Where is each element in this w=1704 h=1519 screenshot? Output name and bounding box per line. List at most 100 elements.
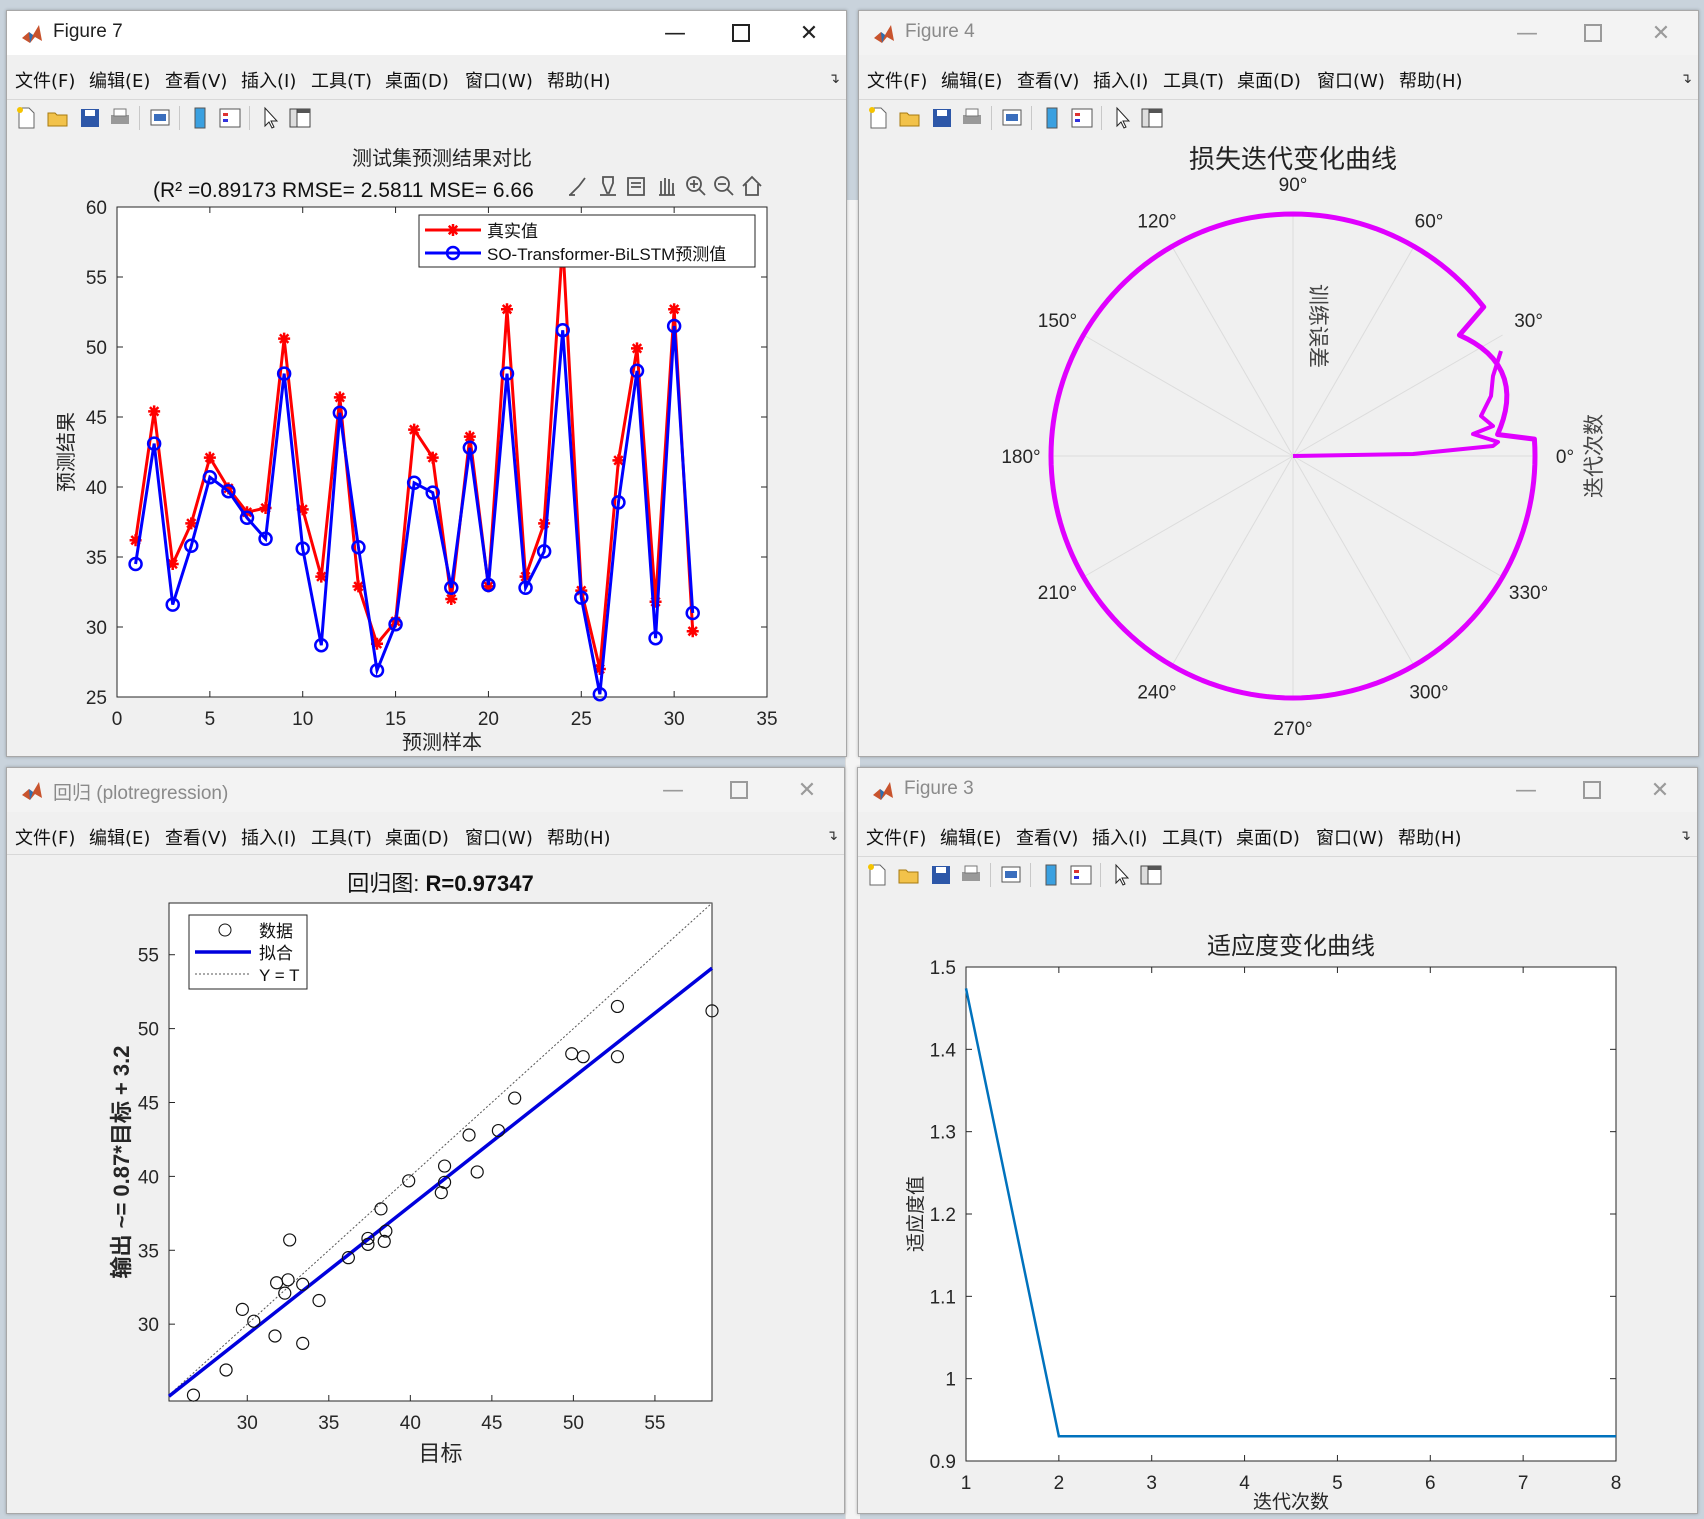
- menu-desktop[interactable]: 桌面(D): [385, 824, 449, 850]
- minimize-button[interactable]: —: [1495, 11, 1559, 55]
- menu-file[interactable]: 文件(F): [15, 824, 75, 850]
- menu-help[interactable]: 帮助(H): [1399, 67, 1463, 93]
- figure-3-window[interactable]: Figure 3 — ✕ 文件(F) 编辑(E) 查看(V) 插入(I) 工具(…: [857, 767, 1698, 1514]
- property-inspector-icon[interactable]: [287, 105, 313, 131]
- minimize-button[interactable]: —: [1494, 768, 1558, 812]
- regression-window[interactable]: 回归 (plotregression) — ✕ 文件(F) 编辑(E) 查看(V…: [6, 767, 845, 1514]
- new-figure-icon[interactable]: [865, 105, 891, 131]
- maximize-button[interactable]: [1561, 11, 1625, 55]
- insert-legend-icon[interactable]: [1069, 105, 1095, 131]
- close-button[interactable]: ✕: [777, 11, 841, 55]
- export-icon[interactable]: [627, 177, 645, 196]
- maximize-button[interactable]: [709, 11, 773, 55]
- menu-dock-arrow-icon[interactable]: ↴: [826, 828, 838, 844]
- insert-legend-icon[interactable]: [217, 105, 243, 131]
- print-icon[interactable]: [107, 105, 133, 131]
- menu-insert[interactable]: 插入(I): [1093, 67, 1148, 93]
- figure-7-window[interactable]: Figure 7 — ✕ 文件(F) 编辑(E) 查看(V) 插入(I) 工具(…: [6, 10, 847, 757]
- link-plot-icon[interactable]: [147, 105, 173, 131]
- menu-help[interactable]: 帮助(H): [547, 67, 611, 93]
- polar-spoke: [1171, 246, 1294, 457]
- pointer-icon[interactable]: [1108, 862, 1134, 888]
- open-file-icon[interactable]: [897, 105, 923, 131]
- menu-edit[interactable]: 编辑(E): [941, 67, 1002, 93]
- print-icon[interactable]: [959, 105, 985, 131]
- title-bar[interactable]: Figure 4 — ✕: [859, 11, 1698, 55]
- print-icon[interactable]: [958, 862, 984, 888]
- menu-tools[interactable]: 工具(T): [1163, 67, 1224, 93]
- zoom-out-icon[interactable]: [714, 176, 734, 196]
- zoom-in-icon[interactable]: [686, 176, 706, 196]
- minimize-button[interactable]: —: [641, 768, 705, 812]
- menu-view[interactable]: 查看(V): [165, 824, 227, 850]
- pointer-icon[interactable]: [257, 105, 283, 131]
- menu-file[interactable]: 文件(F): [866, 824, 926, 850]
- insert-colorbar-icon[interactable]: [187, 105, 213, 131]
- x-tick-label: 3: [1146, 1473, 1157, 1494]
- menu-bar: 文件(F) 编辑(E) 查看(V) 插入(I) 工具(T) 桌面(D) 窗口(W…: [858, 818, 1697, 852]
- regression-chart: 30 35 40 45 50 55 30 35 40 45 50 55 回归图: R=0.97347 目标…: [109, 871, 719, 1466]
- title-bar[interactable]: Figure 3 — ✕: [858, 768, 1697, 812]
- home-icon[interactable]: [742, 175, 762, 196]
- menu-edit[interactable]: 编辑(E): [89, 824, 150, 850]
- menu-window[interactable]: 窗口(W): [1316, 824, 1384, 850]
- insert-legend-icon[interactable]: [1068, 862, 1094, 888]
- pointer-icon[interactable]: [1109, 105, 1135, 131]
- menu-dock-arrow-icon[interactable]: ↴: [1679, 828, 1691, 844]
- new-figure-icon[interactable]: [864, 862, 890, 888]
- menu-window[interactable]: 窗口(W): [1317, 67, 1385, 93]
- menu-insert[interactable]: 插入(I): [241, 824, 296, 850]
- link-plot-icon[interactable]: [999, 105, 1025, 131]
- x-tick-label: 5: [205, 709, 216, 730]
- figure-4-window[interactable]: Figure 4 — ✕ 文件(F) 编辑(E) 查看(V) 插入(I) 工具(…: [858, 10, 1699, 757]
- pan-icon[interactable]: [659, 178, 675, 196]
- open-file-icon[interactable]: [45, 105, 71, 131]
- save-icon[interactable]: [928, 862, 954, 888]
- menu-dock-arrow-icon[interactable]: ↴: [828, 71, 840, 87]
- link-plot-icon[interactable]: [998, 862, 1024, 888]
- close-button[interactable]: ✕: [1629, 11, 1693, 55]
- title-bar[interactable]: 回归 (plotregression) — ✕: [7, 768, 844, 812]
- menu-tools[interactable]: 工具(T): [311, 67, 372, 93]
- menu-view[interactable]: 查看(V): [1017, 67, 1079, 93]
- open-file-icon[interactable]: [896, 862, 922, 888]
- menu-dock-arrow-icon[interactable]: ↴: [1680, 71, 1692, 87]
- minimize-button[interactable]: —: [643, 11, 707, 55]
- menu-insert[interactable]: 插入(I): [1092, 824, 1147, 850]
- property-inspector-icon[interactable]: [1138, 862, 1164, 888]
- close-button[interactable]: ✕: [1628, 768, 1692, 812]
- figure-4-canvas: 损失迭代变化曲线 0° 30° 60° 90° 120° 150° 180° 210° 240° 2…: [859, 135, 1698, 756]
- brush-icon[interactable]: [569, 177, 586, 196]
- save-icon[interactable]: [929, 105, 955, 131]
- save-icon[interactable]: [77, 105, 103, 131]
- menu-edit[interactable]: 编辑(E): [89, 67, 150, 93]
- menu-file[interactable]: 文件(F): [867, 67, 927, 93]
- insert-colorbar-icon[interactable]: [1038, 862, 1064, 888]
- menu-help[interactable]: 帮助(H): [1398, 824, 1462, 850]
- chart-title: 损失迭代变化曲线: [1189, 144, 1397, 174]
- menu-desktop[interactable]: 桌面(D): [1237, 67, 1301, 93]
- property-inspector-icon[interactable]: [1139, 105, 1165, 131]
- menu-window[interactable]: 窗口(W): [465, 67, 533, 93]
- menu-edit[interactable]: 编辑(E): [940, 824, 1001, 850]
- menu-window[interactable]: 窗口(W): [465, 824, 533, 850]
- data-point-star: [333, 391, 346, 404]
- insert-colorbar-icon[interactable]: [1039, 105, 1065, 131]
- data-tips-icon[interactable]: [600, 176, 616, 196]
- menu-tools[interactable]: 工具(T): [1162, 824, 1223, 850]
- title-bar[interactable]: Figure 7 — ✕: [7, 11, 846, 55]
- figure-toolbar: [859, 99, 1698, 137]
- maximize-button[interactable]: [1560, 768, 1624, 812]
- menu-tools[interactable]: 工具(T): [311, 824, 372, 850]
- legend-label: SO-Transformer-BiLSTM预测值: [487, 245, 726, 264]
- maximize-button[interactable]: [707, 768, 771, 812]
- menu-view[interactable]: 查看(V): [165, 67, 227, 93]
- menu-insert[interactable]: 插入(I): [241, 67, 296, 93]
- menu-desktop[interactable]: 桌面(D): [385, 67, 449, 93]
- menu-view[interactable]: 查看(V): [1016, 824, 1078, 850]
- menu-desktop[interactable]: 桌面(D): [1236, 824, 1300, 850]
- new-figure-icon[interactable]: [13, 105, 39, 131]
- menu-file[interactable]: 文件(F): [15, 67, 75, 93]
- menu-help[interactable]: 帮助(H): [547, 824, 611, 850]
- close-button[interactable]: ✕: [775, 768, 839, 812]
